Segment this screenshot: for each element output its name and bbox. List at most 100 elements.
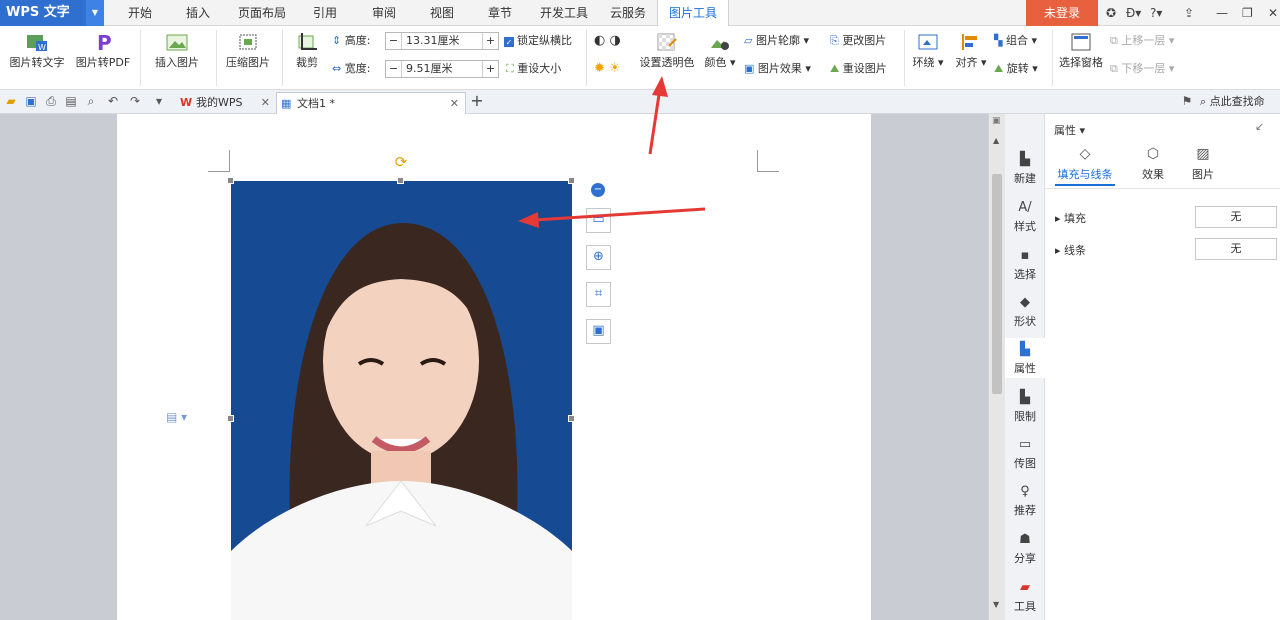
line-value-select[interactable]: 无	[1195, 238, 1277, 260]
tab-start[interactable]: 开始	[118, 0, 162, 26]
height-minus-button[interactable]: −	[386, 33, 402, 49]
reset-picture-button[interactable]: ⛰ 重设图片	[830, 60, 887, 78]
brightness-down-icon[interactable]: ☀	[609, 61, 621, 76]
selected-photo[interactable]	[231, 181, 572, 620]
color-dropdown-icon[interactable]: ▾	[726, 56, 736, 69]
picture-frame-icon[interactable]: ▣	[586, 319, 611, 344]
wrap-button[interactable]: 环绕 ▾	[908, 32, 948, 70]
contrast-up-icon[interactable]: ◐	[594, 33, 605, 48]
sidebar-item-recommend[interactable]: ♀ 推荐	[1005, 484, 1045, 518]
sidebar-item-upload-picture[interactable]: ▭ 传图	[1005, 437, 1045, 471]
width-minus-button[interactable]: −	[386, 61, 402, 77]
selection-pane-button[interactable]: 选择窗格	[1056, 32, 1106, 70]
command-search[interactable]: ⌕ 点此查找命	[1200, 94, 1265, 110]
panel-collapse-icon[interactable]: ↙	[1255, 120, 1264, 133]
rotate-handle-icon[interactable]: ⟳	[393, 154, 409, 170]
sidebar-item-properties[interactable]: ▙ 属性	[1005, 338, 1045, 378]
tab-references[interactable]: 引用	[303, 0, 347, 26]
resize-handle-nw[interactable]	[227, 177, 234, 184]
picture-outline-button[interactable]: ▱ 图片轮廓 ▾	[744, 32, 809, 50]
tab-chapter[interactable]: 章节	[478, 0, 522, 26]
height-plus-button[interactable]: +	[482, 33, 498, 49]
insert-picture-button[interactable]: 插入图片	[146, 32, 208, 70]
tab-developer[interactable]: 开发工具	[534, 0, 594, 26]
close-icon[interactable]: ✕	[1268, 0, 1278, 26]
resize-handle-n[interactable]	[397, 177, 404, 184]
collapse-toolbar-icon[interactable]: −	[591, 183, 605, 197]
picture-effects-button[interactable]: ▣ 图片效果 ▾	[744, 60, 811, 78]
sidebar-item-tools[interactable]: ▰ 工具	[1005, 580, 1045, 614]
sidebar-item-restrict[interactable]: ▙ 限制	[1005, 390, 1045, 424]
width-stepper[interactable]: − 9.51厘米 +	[385, 60, 499, 78]
export-pdf-icon[interactable]: ⎙	[44, 94, 58, 108]
resize-handle-w[interactable]	[227, 415, 234, 422]
new-tab-icon[interactable]: +	[470, 93, 484, 109]
change-picture-button[interactable]: ⎘ 更改图片	[830, 32, 886, 50]
login-button[interactable]: 未登录	[1026, 0, 1098, 26]
redo-icon[interactable]: ↷	[128, 94, 142, 108]
restore-icon[interactable]: ❐	[1242, 0, 1253, 26]
brightness-icons[interactable]: ✹ ☀	[594, 60, 621, 78]
width-plus-button[interactable]: +	[482, 61, 498, 77]
paragraph-layout-icon[interactable]: ▤ ▾	[166, 410, 187, 424]
share-icon[interactable]: Ð▾	[1126, 0, 1141, 26]
vertical-scrollbar[interactable]: ▣ ▲ ▼	[988, 114, 1005, 620]
minimize-icon[interactable]: —	[1216, 0, 1228, 26]
customize-dropdown-icon[interactable]: ▾	[152, 94, 166, 108]
sidebar-item-shapes[interactable]: ◆ 形状	[1005, 295, 1045, 329]
wrap-dropdown-icon[interactable]: ▾	[934, 56, 944, 69]
print-icon[interactable]: ▤	[64, 94, 78, 108]
open-folder-icon[interactable]: ▰	[4, 94, 18, 108]
fill-section-toggle[interactable]: ▸ 填充	[1055, 210, 1086, 226]
upload-icon[interactable]: ⇪	[1184, 0, 1194, 26]
send-backward-button[interactable]: ⧉ 下移一层 ▾	[1110, 60, 1174, 78]
line-section-toggle[interactable]: ▸ 线条	[1055, 242, 1086, 258]
help-icon[interactable]: ?▾	[1150, 0, 1162, 26]
align-button[interactable]: 对齐 ▾	[952, 32, 990, 70]
tab-review[interactable]: 审阅	[362, 0, 406, 26]
zoom-in-icon[interactable]: ⊕	[586, 245, 611, 270]
sidebar-item-share[interactable]: ☗ 分享	[1005, 532, 1045, 566]
contrast-down-icon[interactable]: ◑	[609, 33, 620, 48]
height-value[interactable]: 13.31厘米	[406, 33, 460, 49]
scroll-down-icon[interactable]: ▼	[993, 600, 999, 609]
undo-icon[interactable]: ↶	[106, 94, 120, 108]
rotate-button[interactable]: ⛰ 旋转 ▾	[994, 60, 1038, 78]
color-button[interactable]: 颜色 ▾	[702, 32, 738, 70]
scroll-up-icon[interactable]: ▲	[993, 136, 999, 145]
split-view-icon[interactable]: ▣	[992, 116, 1001, 126]
scrollbar-thumb[interactable]	[992, 174, 1002, 394]
wps-logo-menu[interactable]: WPS 文字 ▼	[0, 0, 104, 26]
resize-handle-e[interactable]	[568, 415, 575, 422]
brightness-contrast-icons[interactable]: ◐ ◑	[594, 32, 621, 50]
align-dropdown-icon[interactable]: ▾	[977, 56, 987, 69]
tab-my-wps[interactable]: W 我的WPS ✕	[176, 92, 276, 114]
tab-fill-and-line[interactable]: ◇ 填充与线条	[1055, 146, 1115, 186]
reset-size-button[interactable]: ⛶ 重设大小	[506, 60, 561, 78]
print-preview-icon[interactable]: ⌕	[84, 94, 98, 108]
pic-to-pdf-button[interactable]: P 图片转PDF	[72, 32, 134, 70]
tab-view[interactable]: 视图	[420, 0, 464, 26]
lock-ratio-checkbox[interactable]: ✓ 锁定纵横比	[504, 32, 572, 50]
bring-forward-button[interactable]: ⧉ 上移一层 ▾	[1110, 32, 1174, 50]
brightness-up-icon[interactable]: ✹	[594, 61, 605, 76]
save-icon[interactable]: ▣	[24, 94, 38, 108]
width-value[interactable]: 9.51厘米	[406, 61, 453, 77]
tab-document[interactable]: ▦ 文档1 * ✕	[276, 92, 466, 114]
close-tab-icon[interactable]: ✕	[261, 92, 270, 114]
pin-icon[interactable]: ⚑	[1180, 94, 1194, 108]
sidebar-item-new[interactable]: ▙ 新建	[1005, 152, 1045, 186]
resize-handle-ne[interactable]	[568, 177, 575, 184]
skin-icon[interactable]: ✪	[1106, 0, 1116, 26]
crop-button[interactable]: 裁剪	[288, 32, 326, 70]
set-transparent-color-button[interactable]: 设置透明色	[636, 32, 698, 70]
compress-picture-button[interactable]: 压缩图片	[222, 32, 274, 70]
tab-picture-tools[interactable]: 图片工具	[657, 0, 729, 26]
layout-options-icon[interactable]: ▭	[586, 208, 611, 233]
group-button[interactable]: ▚ 组合 ▾	[994, 32, 1037, 50]
tab-insert[interactable]: 插入	[176, 0, 220, 26]
tab-cloud[interactable]: 云服务	[604, 0, 652, 26]
tab-page-layout[interactable]: 页面布局	[232, 0, 292, 26]
sidebar-item-select[interactable]: ▪ 选择	[1005, 248, 1045, 282]
tab-picture[interactable]: ▨ 图片	[1185, 146, 1221, 182]
